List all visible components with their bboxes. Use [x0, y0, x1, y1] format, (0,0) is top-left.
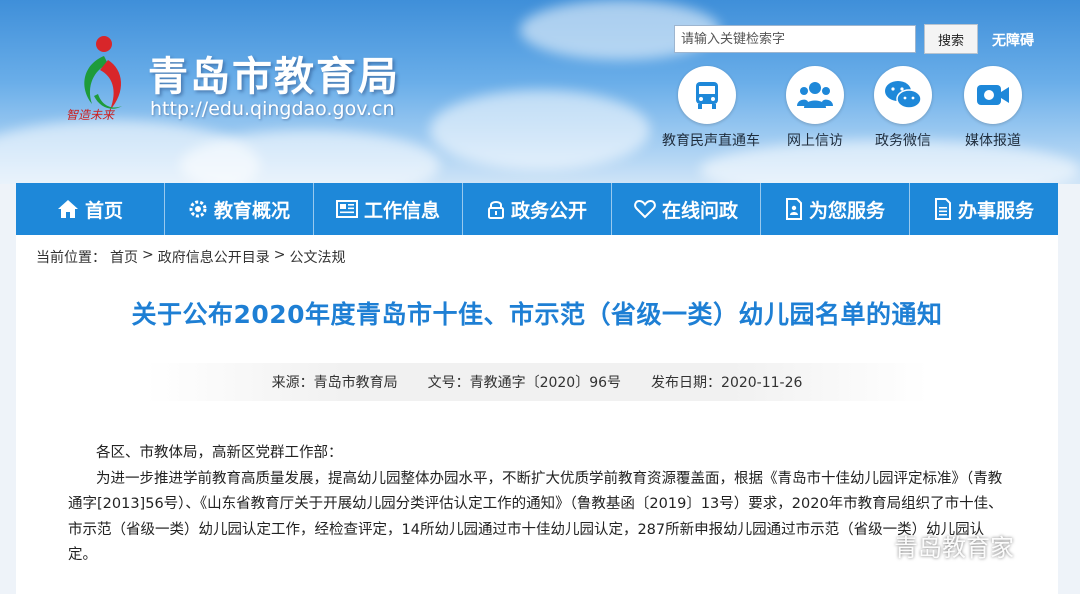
nav-item-affairs[interactable]: 办事服务 — [910, 183, 1058, 235]
nav-item-label: 为您服务 — [808, 199, 885, 222]
breadcrumb-item-regulations[interactable]: 公文法规 — [289, 247, 345, 267]
document-person-icon — [785, 198, 802, 220]
site-title[interactable]: 青岛市教育局 — [148, 44, 400, 102]
main-nav: 首页 教育概况 工作信息 政务公开 在线问政 为您服务 办事服务 — [16, 183, 1058, 235]
heart-icon — [634, 199, 656, 219]
lock-icon — [487, 201, 504, 219]
nav-item-online-inquiry[interactable]: 在线问政 — [612, 183, 761, 235]
nav-item-label: 工作信息 — [363, 199, 440, 222]
quick-link-hotline[interactable]: 教育民声直通车 — [662, 66, 760, 150]
article-salutation: 各区、市教体局，高新区党群工作部： — [96, 445, 343, 461]
nav-item-label: 政务公开 — [510, 199, 587, 222]
quick-link-label: 媒体报道 — [965, 133, 1021, 149]
nav-item-label: 在线问政 — [661, 199, 738, 222]
search-input[interactable] — [674, 25, 916, 53]
article-doc-number: 文号：青教通字〔2020〕96号 — [427, 375, 622, 391]
nav-item-overview[interactable]: 教育概况 — [165, 183, 314, 235]
wechat-watermark: 青岛教育家 — [862, 528, 1014, 563]
article-date: 发布日期：2020-11-26 — [651, 375, 803, 391]
nav-item-services[interactable]: 为您服务 — [761, 183, 910, 235]
site-header: 智造未来 青岛市教育局 http://edu.qingdao.gov.cn 搜索… — [0, 0, 1080, 184]
watermark-text: 青岛教育家 — [894, 534, 1014, 562]
nav-item-label: 教育概况 — [213, 199, 290, 222]
article-meta: 来源：青岛市教育局 文号：青教通字〔2020〕96号 发布日期：2020-11-… — [146, 363, 928, 401]
breadcrumb-item-home[interactable]: 首页 — [110, 247, 138, 267]
nav-item-work-info[interactable]: 工作信息 — [314, 183, 463, 235]
nav-item-label: 首页 — [84, 199, 123, 222]
nav-item-gov-open[interactable]: 政务公开 — [463, 183, 612, 235]
people-icon — [786, 66, 844, 124]
accessibility-link[interactable]: 无障碍 — [992, 30, 1034, 50]
quick-link-label: 教育民声直通车 — [662, 133, 760, 149]
breadcrumb-prefix: 当前位置： — [36, 250, 106, 266]
wechat-icon — [874, 66, 932, 124]
cloud-decoration — [430, 90, 650, 170]
home-icon — [57, 200, 78, 218]
article-source: 来源：青岛市教育局 — [271, 375, 398, 391]
video-icon — [964, 66, 1022, 124]
quick-link-media[interactable]: 媒体报道 — [948, 66, 1038, 150]
wechat-icon — [862, 535, 888, 556]
article-title: 关于公布2020年度青岛市十佳、市示范（省级一类）幼儿园名单的通知 — [131, 300, 943, 329]
breadcrumb-separator: > — [273, 247, 286, 263]
quick-link-label: 网上信访 — [787, 133, 843, 149]
breadcrumb: 当前位置： 首页 > 政府信息公开目录 > 公文法规 — [36, 247, 345, 267]
site-url: http://edu.qingdao.gov.cn — [150, 98, 395, 120]
nav-item-home[interactable]: 首页 — [16, 183, 165, 235]
newspaper-icon — [335, 200, 358, 218]
breadcrumb-separator: > — [142, 247, 154, 263]
nav-item-label: 办事服务 — [957, 199, 1034, 222]
logo-slogan: 智造未来 — [66, 108, 115, 122]
search-button[interactable]: 搜索 — [924, 24, 978, 54]
quick-link-petition[interactable]: 网上信访 — [770, 66, 860, 150]
quick-link-wechat[interactable]: 政务微信 — [858, 66, 948, 150]
quick-link-label: 政务微信 — [875, 133, 931, 149]
document-icon — [934, 198, 951, 220]
gear-icon — [189, 200, 207, 218]
breadcrumb-item-catalog[interactable]: 政府信息公开目录 — [158, 247, 270, 267]
bus-icon — [678, 66, 736, 124]
